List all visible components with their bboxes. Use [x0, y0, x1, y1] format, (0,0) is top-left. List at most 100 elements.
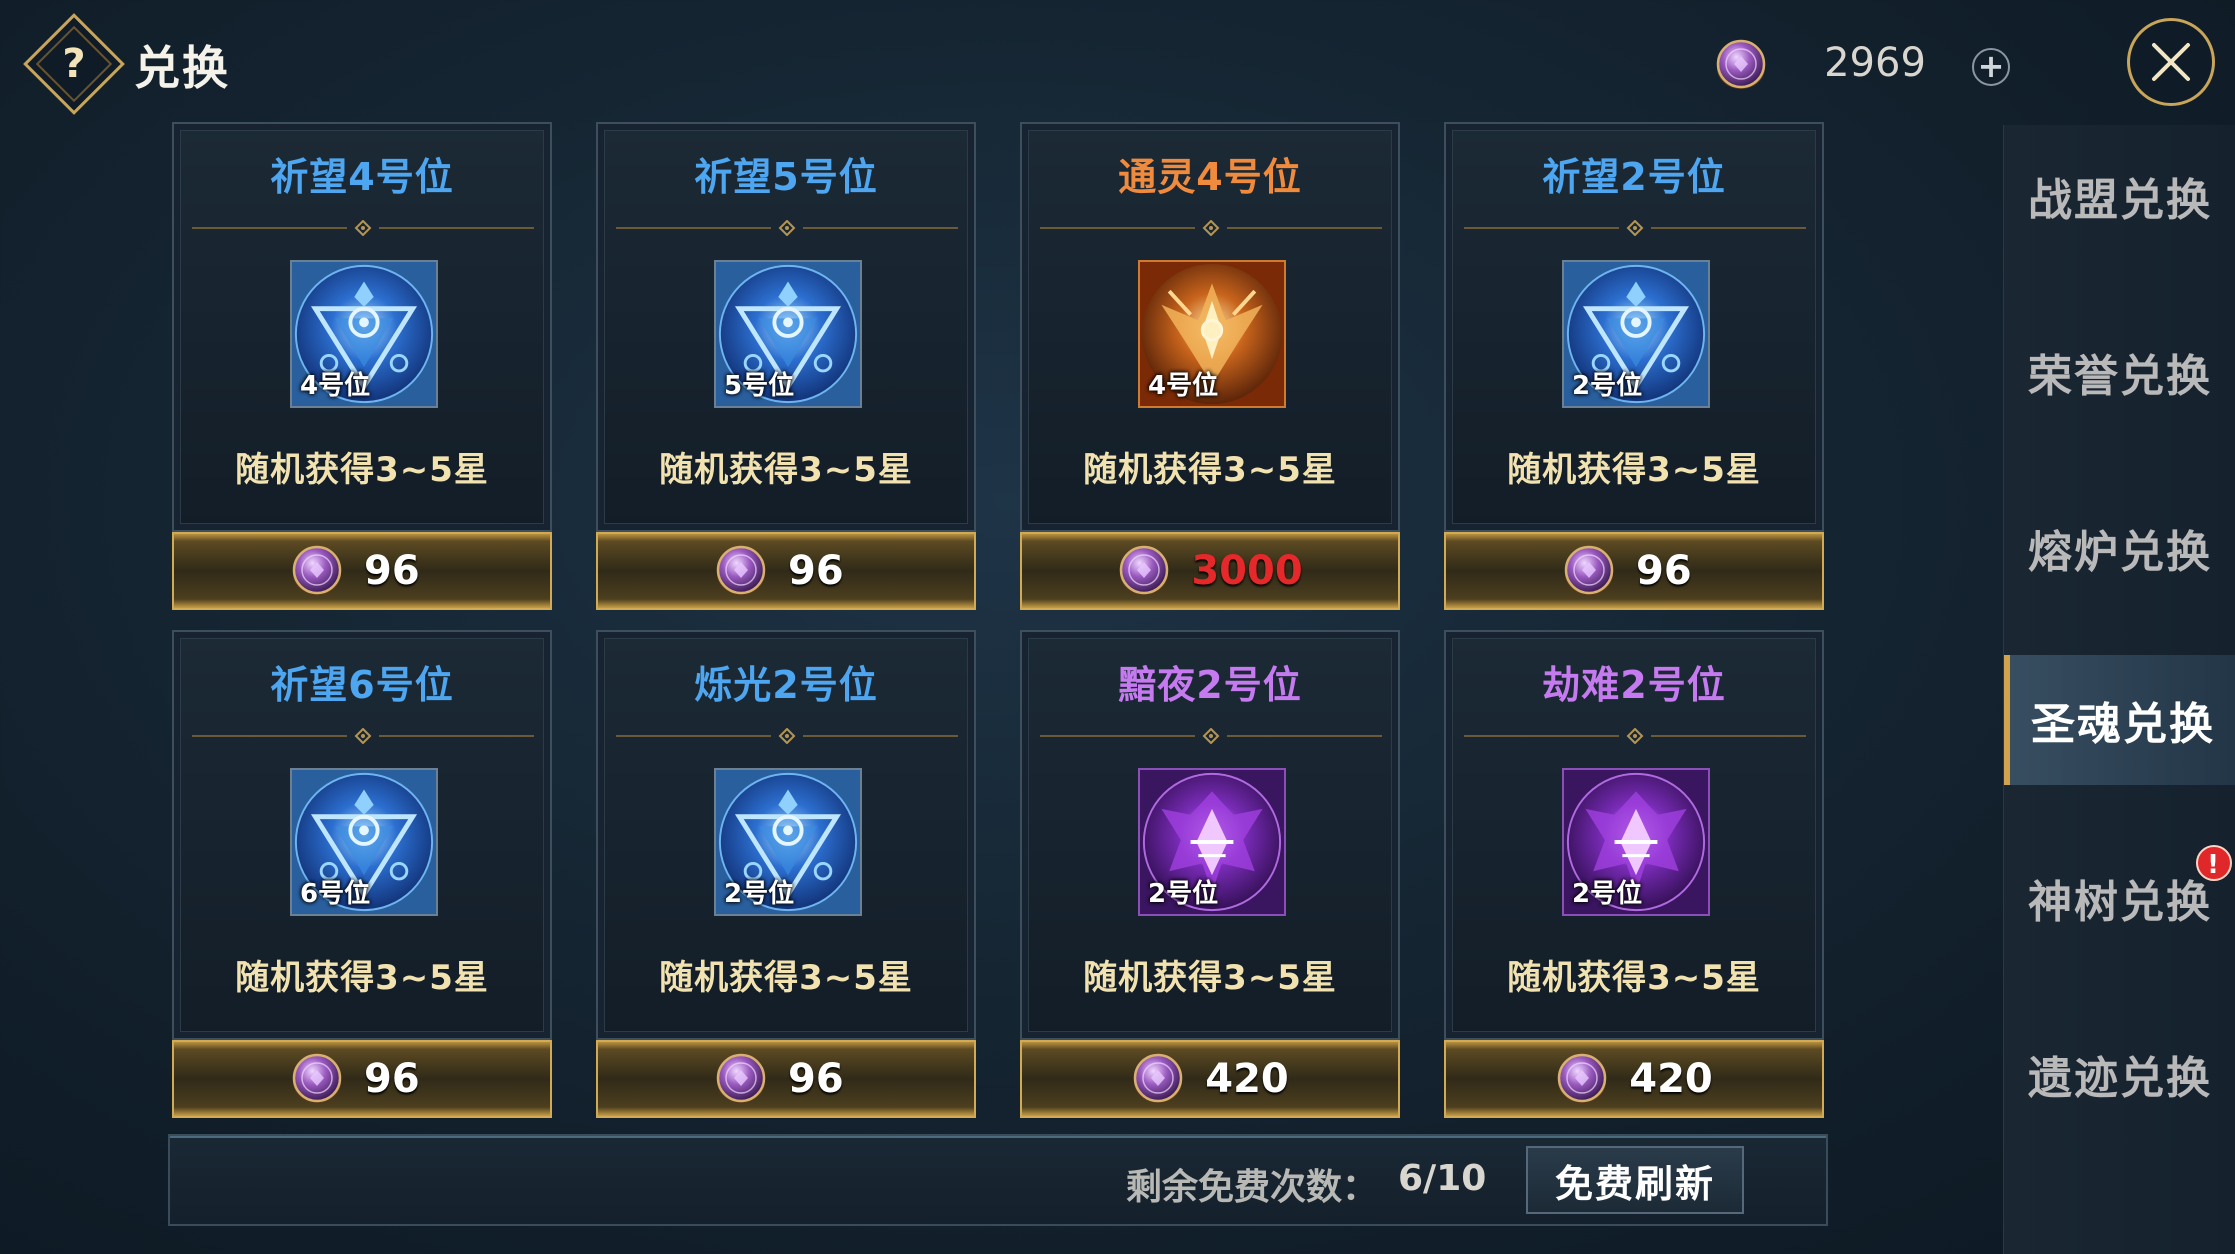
emblem-slot: 4号位 — [1138, 260, 1286, 408]
tab-honor-exchange[interactable]: 荣誉兑换 — [2004, 307, 2235, 437]
ornament-divider — [616, 728, 958, 744]
ornament-divider — [1040, 728, 1382, 744]
item-price: 96 — [1636, 548, 1692, 594]
item-title: 黯夜2号位 — [1118, 663, 1302, 707]
item-description: 随机获得3~5星 — [659, 450, 913, 490]
add-currency-button[interactable]: + — [1972, 48, 2010, 86]
emblem-slot: 2号位 — [714, 768, 862, 916]
exchange-item-card[interactable]: 祈望6号位 6号位 随机获得3~5星 96 — [172, 630, 552, 1118]
card-body: 祈望5号位 5号位 随机获得3~5星 — [596, 122, 976, 532]
item-description: 随机获得3~5星 — [235, 958, 489, 998]
card-body: 烁光2号位 2号位 随机获得3~5星 — [596, 630, 976, 1040]
tab-relic-exchange[interactable]: 遗迹兑换 — [2004, 1009, 2235, 1139]
slot-label: 6号位 — [300, 879, 371, 909]
slot-label: 2号位 — [724, 879, 795, 909]
slot-label: 5号位 — [724, 371, 795, 401]
question-mark-icon: ? — [62, 41, 86, 87]
buy-button[interactable]: 96 — [172, 532, 552, 610]
exchange-item-card[interactable]: 祈望2号位 2号位 随机获得3~5星 96 — [1444, 122, 1824, 610]
card-body: 黯夜2号位 2号位 随机获得3~5星 — [1020, 630, 1400, 1040]
item-description: 随机获得3~5星 — [1507, 958, 1761, 998]
free-refresh-count-label: 剩余免费次数： — [1126, 1167, 1379, 1208]
buy-button[interactable]: 96 — [596, 1040, 976, 1118]
emblem-slot: 5号位 — [714, 260, 862, 408]
exchange-item-card[interactable]: 祈望4号位 4号位 随机获得3~5星 96 — [172, 122, 552, 610]
item-title: 劫难2号位 — [1542, 663, 1726, 707]
ornament-divider — [1040, 220, 1382, 236]
exchange-item-card[interactable]: 劫难2号位 2号位 随机获得3~5星 420 — [1444, 630, 1824, 1118]
ornament-divider — [192, 220, 534, 236]
buy-button[interactable]: 96 — [1444, 532, 1824, 610]
close-button[interactable] — [2127, 18, 2215, 106]
slot-label: 2号位 — [1572, 371, 1643, 401]
emblem-slot: 6号位 — [290, 768, 438, 916]
page-title: 兑换 — [134, 41, 230, 95]
refresh-footer: 剩余免费次数： 6/10 免费刷新 — [168, 1134, 1828, 1226]
emblem-slot: 2号位 — [1138, 768, 1286, 916]
exchange-item-card[interactable]: 通灵4号位 4号位 随机获得3~5星 3000 — [1020, 122, 1400, 610]
slot-label: 2号位 — [1148, 879, 1219, 909]
close-icon — [2152, 43, 2190, 81]
tab-label: 熔炉兑换 — [2028, 527, 2212, 578]
buy-button[interactable]: 96 — [172, 1040, 552, 1118]
item-description: 随机获得3~5星 — [1083, 958, 1337, 998]
exchange-item-card[interactable]: 黯夜2号位 2号位 随机获得3~5星 420 — [1020, 630, 1400, 1118]
item-description: 随机获得3~5星 — [659, 958, 913, 998]
tab-label: 荣誉兑换 — [2028, 351, 2212, 402]
slot-label: 4号位 — [1148, 371, 1219, 401]
item-title: 通灵4号位 — [1118, 155, 1302, 199]
help-button[interactable]: ? — [23, 13, 125, 115]
buy-button[interactable]: 96 — [596, 532, 976, 610]
tab-label: 神树兑换 — [2028, 877, 2212, 928]
tab-holy-soul-exchange[interactable]: 圣魂兑换 — [2004, 655, 2235, 785]
item-title: 祈望5号位 — [694, 155, 878, 199]
soul-coin-icon — [290, 1052, 344, 1106]
tab-furnace-exchange[interactable]: 熔炉兑换 — [2004, 483, 2235, 613]
slot-label: 2号位 — [1572, 879, 1643, 909]
soul-coin-icon — [714, 544, 768, 598]
ornament-divider — [1464, 728, 1806, 744]
item-description: 随机获得3~5星 — [235, 450, 489, 490]
exchange-category-sidebar: 战盟兑换 荣誉兑换 熔炉兑换 圣魂兑换 神树兑换 ! 遗迹兑换 — [2003, 125, 2235, 1254]
soul-coin-icon — [1117, 544, 1171, 598]
ornament-divider — [1464, 220, 1806, 236]
item-price: 96 — [364, 548, 420, 594]
ornament-divider — [616, 220, 958, 236]
buy-button[interactable]: 420 — [1444, 1040, 1824, 1118]
slot-label: 4号位 — [300, 371, 371, 401]
tab-alliance-exchange[interactable]: 战盟兑换 — [2004, 131, 2235, 261]
item-description: 随机获得3~5星 — [1507, 450, 1761, 490]
card-body: 祈望2号位 2号位 随机获得3~5星 — [1444, 122, 1824, 532]
soul-coin-icon — [290, 544, 344, 598]
item-title: 祈望6号位 — [270, 663, 454, 707]
soul-coin-icon — [1714, 38, 1768, 92]
exchange-item-card[interactable]: 烁光2号位 2号位 随机获得3~5星 96 — [596, 630, 976, 1118]
item-title: 祈望4号位 — [270, 155, 454, 199]
currency-balance: 2969 — [1824, 40, 1926, 86]
item-description: 随机获得3~5星 — [1083, 450, 1337, 490]
item-price: 96 — [788, 1056, 844, 1102]
free-refresh-count-value: 6/10 — [1398, 1158, 1487, 1199]
tab-divine-tree-exchange[interactable]: 神树兑换 ! — [2004, 833, 2235, 963]
item-title: 祈望2号位 — [1542, 155, 1726, 199]
exchange-item-card[interactable]: 祈望5号位 5号位 随机获得3~5星 96 — [596, 122, 976, 610]
soul-coin-icon — [714, 1052, 768, 1106]
tab-label: 战盟兑换 — [2028, 175, 2212, 226]
card-body: 祈望6号位 6号位 随机获得3~5星 — [172, 630, 552, 1040]
item-price: 420 — [1205, 1056, 1289, 1102]
ornament-divider — [192, 728, 534, 744]
card-body: 祈望4号位 4号位 随机获得3~5星 — [172, 122, 552, 532]
buy-button[interactable]: 420 — [1020, 1040, 1400, 1118]
item-title: 烁光2号位 — [694, 663, 878, 707]
soul-coin-icon — [1555, 1052, 1609, 1106]
emblem-slot: 4号位 — [290, 260, 438, 408]
soul-coin-icon — [1562, 544, 1616, 598]
soul-coin-icon — [1131, 1052, 1185, 1106]
item-price: 96 — [788, 548, 844, 594]
free-refresh-button[interactable]: 免费刷新 — [1526, 1146, 1744, 1214]
buy-button[interactable]: 3000 — [1020, 532, 1400, 610]
card-body: 劫难2号位 2号位 随机获得3~5星 — [1444, 630, 1824, 1040]
item-price: 420 — [1629, 1056, 1713, 1102]
item-price: 96 — [364, 1056, 420, 1102]
tab-label: 遗迹兑换 — [2028, 1053, 2212, 1104]
